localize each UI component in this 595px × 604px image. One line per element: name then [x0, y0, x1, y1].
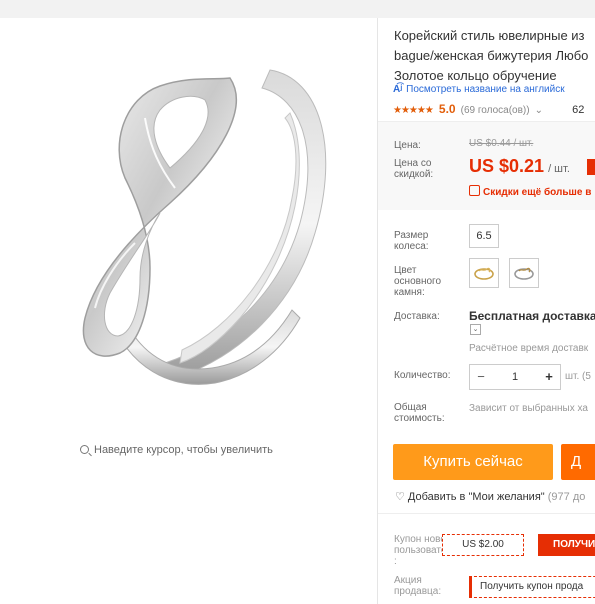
product-title-line: bague/женская бижутерия Любо — [394, 48, 589, 63]
zoom-hint-text: Наведите курсор, чтобы увеличить — [94, 444, 273, 456]
rating-row: ★★★★★ 5.0 (69 голоса(ов)) ⌄ 62 — [393, 102, 584, 116]
product-info: Корейский стиль ювелирные из bague/женск… — [378, 18, 595, 604]
chevron-down-icon[interactable]: ⌄ — [535, 105, 543, 116]
wishlist-text: Добавить в "Мои желания" — [407, 491, 545, 503]
product-image-ring — [82, 69, 327, 385]
magnifier-icon — [80, 445, 89, 454]
orders-count: 62 — [572, 104, 585, 116]
product-title: Корейский стиль ювелирные из bague/женск… — [394, 26, 595, 86]
quantity-unit: шт. (5 — [565, 371, 591, 382]
total-label-line: Общая — [394, 402, 427, 413]
discount-price: US $0.21/ шт. — [469, 156, 570, 177]
discount-price-value: US $0.21 — [469, 156, 545, 176]
quantity-decrease-button[interactable]: − — [470, 365, 492, 389]
new-user-coupon-label-line: : — [394, 556, 397, 567]
more-discounts-text: Скидки ещё больше в — [483, 187, 592, 198]
color-label: Цвет основного камня: — [394, 265, 441, 298]
coupon-icon — [469, 185, 480, 196]
rating-votes[interactable]: (69 голоса(ов)) — [461, 105, 530, 116]
seller-promo-label-line: Акция — [394, 575, 422, 586]
new-user-coupon-amount: US $2.00 — [442, 534, 524, 556]
seller-coupon-button[interactable]: Получить купон прода — [469, 576, 595, 598]
total-label: Общая стоимость: — [394, 402, 445, 424]
size-label-line: Размер — [394, 230, 429, 241]
discount-price-label-line: Цена со — [394, 158, 432, 169]
color-option-gold[interactable] — [469, 258, 499, 288]
old-price: US $0.44 / шт. — [469, 138, 534, 149]
wishlist-count: (977 до — [547, 491, 586, 503]
delivery-value: Бесплатная доставка в — [469, 309, 595, 323]
discount-price-label-line: скидкой: — [394, 169, 434, 180]
seller-promo-label-line: продавца: — [394, 586, 442, 597]
color-label-line: камня: — [394, 287, 425, 298]
add-to-wishlist[interactable]: ♡ Добавить в "Мои желания" (977 до — [395, 490, 585, 503]
size-label: Размер колеса: — [394, 230, 429, 252]
product-title-line: Золотое кольцо обручение — [394, 68, 557, 83]
gold-ring-thumbnail — [474, 267, 494, 280]
color-option-silver[interactable] — [509, 258, 539, 288]
delivery-label: Доставка: — [394, 311, 440, 322]
silver-ring-thumbnail — [514, 267, 534, 280]
quantity-increase-button[interactable]: + — [538, 365, 560, 389]
add-to-cart-button[interactable]: Д — [561, 444, 595, 480]
price-unit: / шт. — [548, 163, 570, 175]
translate-icon: A͡ʲ — [393, 84, 403, 95]
translate-link[interactable]: A͡ʲ Посмотреть название на английск — [393, 84, 565, 95]
buy-now-button[interactable]: Купить сейчас — [393, 444, 553, 480]
star-rating-icon: ★★★★★ — [393, 105, 434, 116]
heart-icon: ♡ — [395, 491, 405, 503]
chevron-down-icon[interactable]: ⌄ — [470, 324, 481, 335]
total-value: Зависит от выбранных ха — [469, 403, 588, 414]
color-label-line: Цвет — [394, 265, 417, 276]
quantity-input[interactable]: 1 — [492, 365, 538, 389]
divider — [378, 513, 595, 514]
top-bar — [0, 0, 595, 18]
product-gallery[interactable]: Наведите курсор, чтобы увеличить — [0, 18, 378, 604]
total-label-line: стоимость: — [394, 413, 445, 424]
get-coupon-button[interactable]: ПОЛУЧИ — [538, 534, 595, 556]
price-label: Цена: — [394, 140, 421, 151]
product-title-line: Корейский стиль ювелирные из — [394, 28, 585, 43]
quantity-label: Количество: — [394, 370, 451, 381]
delivery-time: Расчётное время доставк — [469, 343, 589, 354]
discount-price-label: Цена со скидкой: — [394, 158, 433, 180]
zoom-hint: Наведите курсор, чтобы увеличить — [80, 444, 273, 456]
size-label-line: колеса: — [394, 241, 429, 252]
size-option-selected[interactable]: 6.5 — [469, 224, 499, 248]
more-discounts-link[interactable]: Скидки ещё больше в — [469, 185, 591, 198]
color-label-line: основного — [394, 276, 442, 287]
quantity-stepper: − 1 + — [469, 364, 561, 390]
translate-link-text: Посмотреть название на английск — [406, 84, 565, 95]
rating-score: 5.0 — [438, 102, 456, 116]
seller-promo-label: Акция продавца: — [394, 575, 441, 597]
discount-badge — [587, 159, 595, 175]
